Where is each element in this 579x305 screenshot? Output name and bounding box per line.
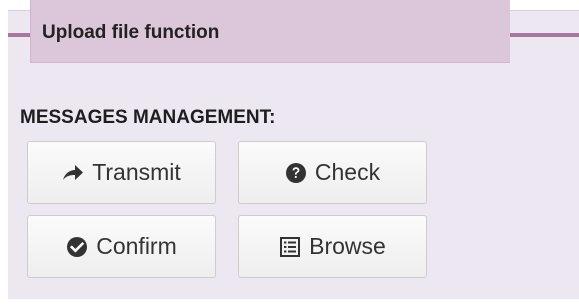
header-rule-left — [8, 33, 30, 37]
browse-button-label: Browse — [309, 233, 386, 259]
confirm-button[interactable]: Confirm — [27, 215, 216, 278]
question-circle-icon — [285, 162, 307, 184]
arrow-right-icon — [62, 162, 84, 184]
upload-file-panel: Upload file function MESSAGES MANAGEMENT… — [0, 0, 579, 305]
panel-title-tab: Upload file function — [30, 0, 510, 63]
check-button-label: Check — [314, 159, 381, 185]
transmit-button[interactable]: Transmit — [27, 141, 216, 204]
check-circle-icon — [66, 236, 88, 258]
panel-title: Upload file function — [42, 22, 220, 43]
check-button[interactable]: Check — [238, 141, 427, 204]
transmit-button-label: Transmit — [92, 159, 181, 185]
confirm-button-label: Confirm — [96, 233, 177, 259]
messages-management-heading: MESSAGES MANAGEMENT: — [20, 107, 276, 128]
browse-button[interactable]: Browse — [238, 215, 427, 278]
list-alt-icon — [279, 236, 301, 258]
header-rule-right — [510, 33, 579, 37]
